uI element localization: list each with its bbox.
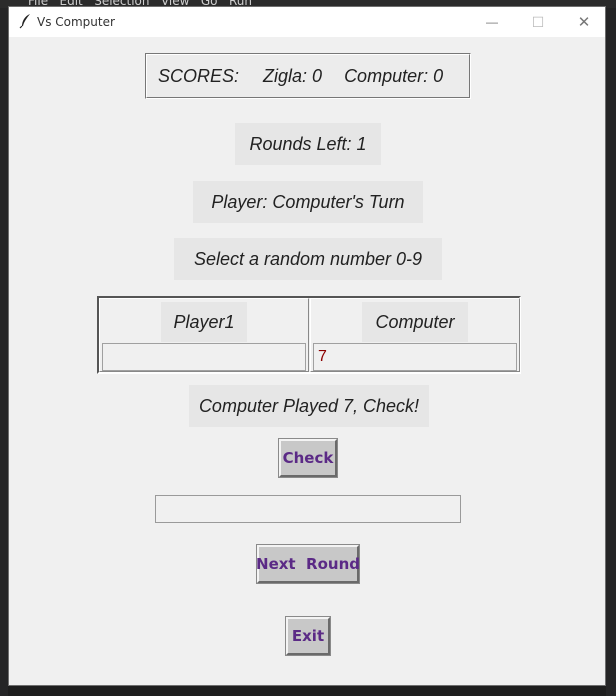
rounds-left-label: Rounds Left: 1 [235,123,381,165]
computer-header: Computer [362,302,468,342]
player1-column: Player1 [99,298,309,372]
player1-entry[interactable] [102,343,306,371]
exit-button[interactable]: Exit [285,616,331,656]
player-turn-label: Player: Computer's Turn [193,181,423,223]
window-title: Vs Computer [37,15,115,29]
status-message: Computer Played 7, Check! [189,385,429,427]
editor-sidebar [0,0,8,696]
computer-entry[interactable]: 7 [313,343,517,371]
maximize-button[interactable]: ☐ [515,7,561,37]
check-button[interactable]: Check [278,438,338,478]
guess-input[interactable] [155,495,461,523]
player1-header: Player1 [161,302,247,342]
close-button[interactable]: ✕ [561,7,607,37]
minimize-button[interactable]: — [469,7,515,37]
play-board: Player1 Computer 7 [97,296,521,374]
vs-computer-window: Vs Computer — ☐ ✕ SCORES: Zigla: 0 Compu… [8,6,606,686]
scores-panel: SCORES: Zigla: 0 Computer: 0 [145,53,471,99]
next-round-button[interactable]: Next Round [256,544,360,584]
maximize-icon: ☐ [531,13,545,30]
minimize-icon: — [486,15,498,29]
close-icon: ✕ [577,14,591,31]
editor-scrollbar-area [606,0,616,696]
computer-column: Computer 7 [310,298,520,372]
title-bar: Vs Computer — ☐ ✕ [9,7,605,37]
instruction-label: Select a random number 0-9 [174,238,442,280]
feather-icon [19,14,30,29]
